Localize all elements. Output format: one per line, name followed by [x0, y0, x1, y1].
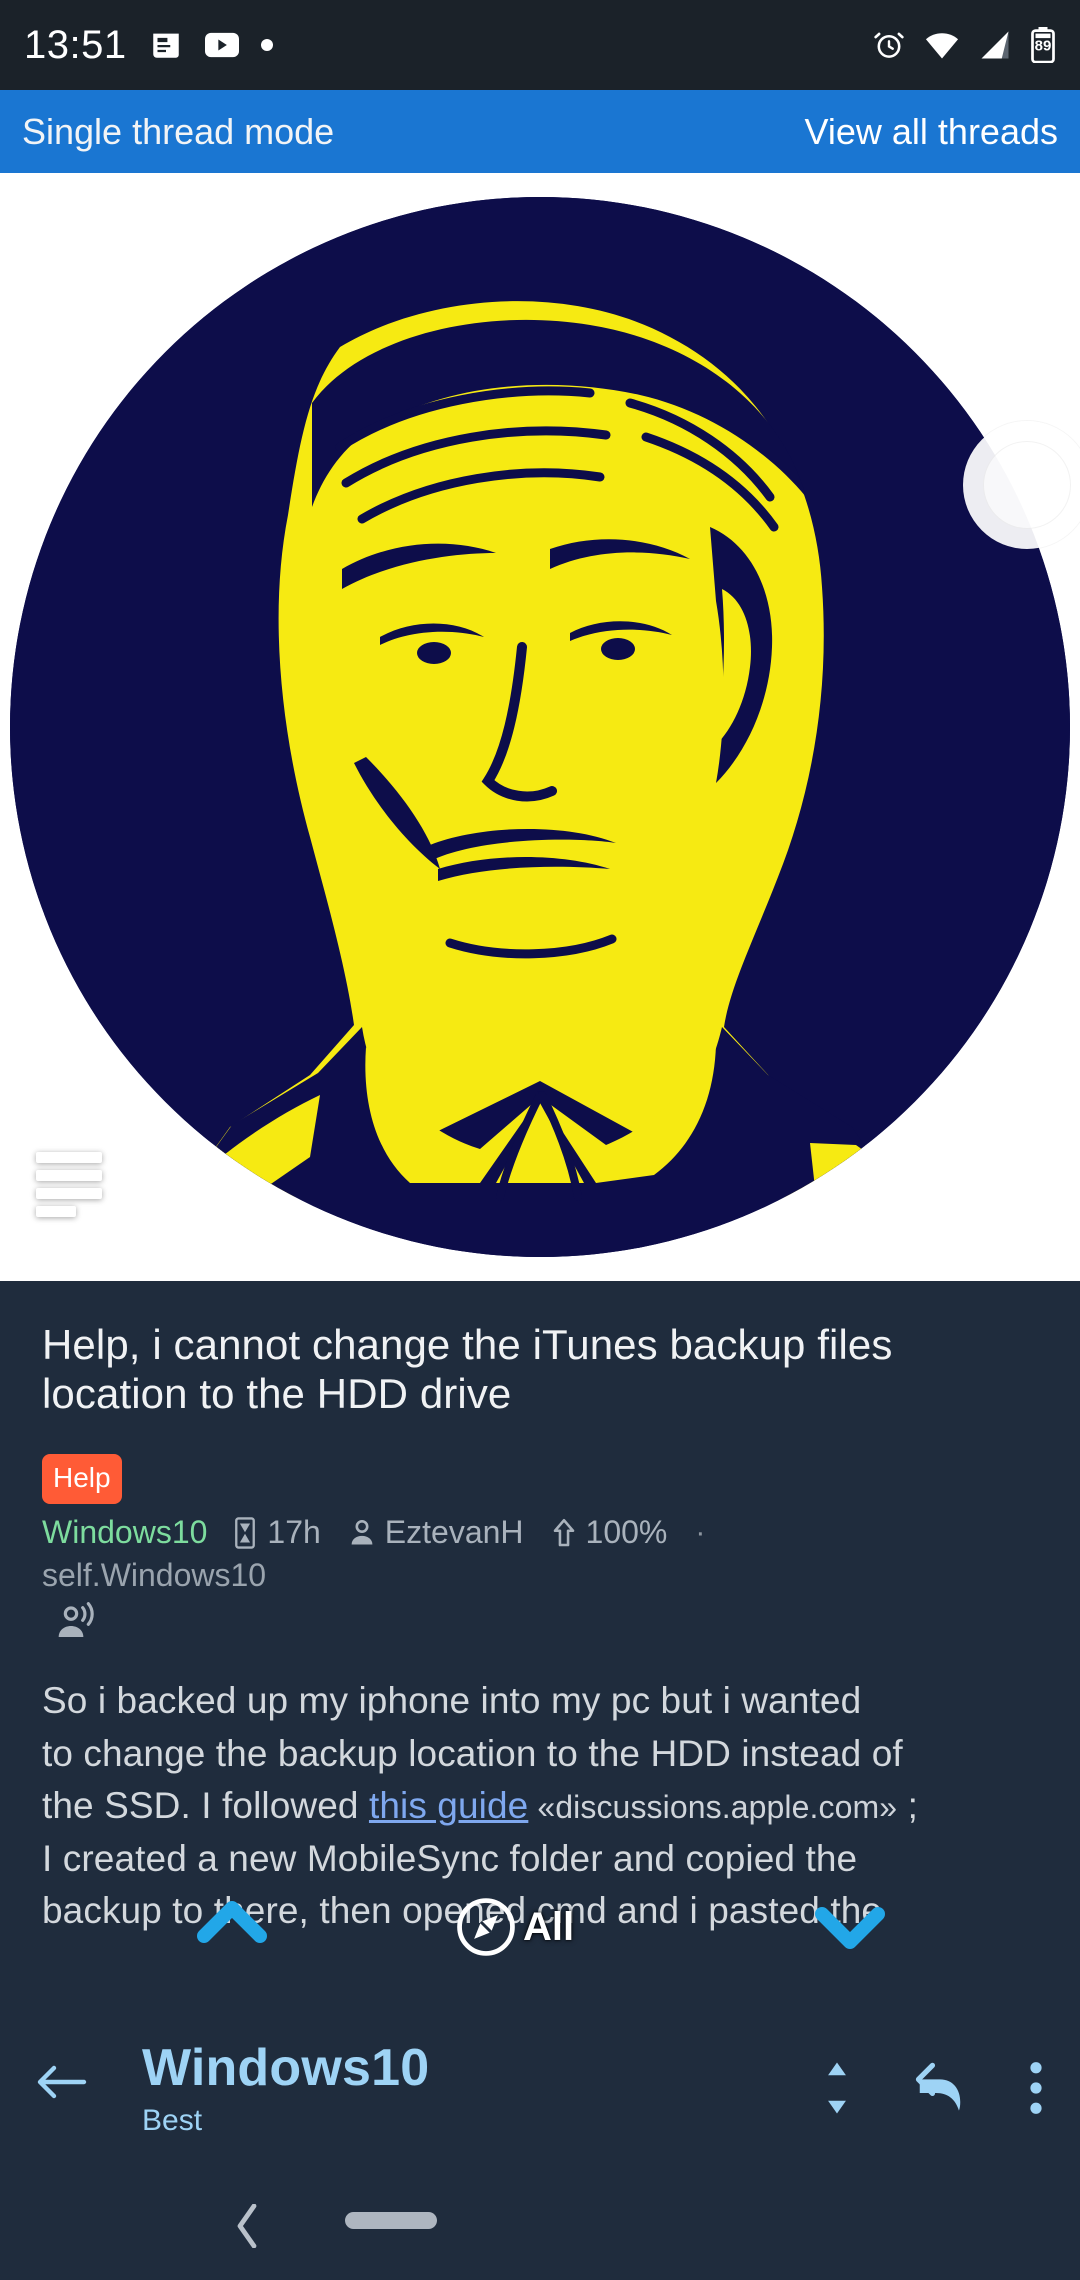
signal-icon — [978, 30, 1012, 60]
more-vertical-icon — [1030, 2062, 1042, 2114]
post-flair-badge[interactable]: Help — [42, 1454, 122, 1505]
news-icon — [149, 28, 183, 62]
single-thread-mode-label[interactable]: Single thread mode — [22, 111, 334, 153]
post-score-text: 100% — [585, 1514, 668, 1551]
sort-button[interactable] — [820, 2060, 854, 2121]
nav-back-chevron-icon[interactable] — [234, 2203, 260, 2253]
bottom-bar-titles[interactable]: Windows10 Best — [142, 2038, 429, 2138]
reply-button[interactable] — [912, 2060, 968, 2121]
youtube-icon — [204, 32, 239, 58]
status-bar: 13:51 89 — [0, 0, 1080, 90]
compass-all-label: All — [523, 1904, 575, 1949]
status-bar-right: 89 — [872, 27, 1056, 63]
bottom-bar-actions — [820, 2060, 1046, 2121]
post-self-source: self.Windows10 — [42, 1557, 267, 1594]
battery-level-text: 89 — [1034, 37, 1052, 55]
status-bar-left: 13:51 — [24, 23, 273, 68]
post-age-text: 17h — [267, 1514, 321, 1551]
post-age: 17h — [233, 1514, 321, 1551]
alarm-icon — [872, 28, 906, 62]
post-body-fragment: the SSD. I followed — [42, 1785, 369, 1827]
post-body-link[interactable]: this guide — [369, 1785, 528, 1826]
post-score: 100% — [552, 1514, 668, 1551]
sort-updown-icon — [828, 2062, 846, 2114]
post-title[interactable]: Help, i cannot change the iTunes backup … — [42, 1320, 1038, 1418]
dot-icon — [260, 39, 273, 51]
post-body-fragment: ; — [897, 1785, 918, 1827]
reply-arrow-icon — [915, 2062, 961, 2111]
article-text-line — [36, 1170, 102, 1181]
view-all-threads-button[interactable]: View all threads — [805, 111, 1058, 153]
image-action-circle-button[interactable] — [963, 421, 1080, 549]
article-text-icon[interactable] — [36, 1152, 106, 1217]
android-nav-bar — [0, 2168, 1080, 2280]
meta-separator-dot: · — [695, 1515, 706, 1549]
hourglass-icon — [235, 1517, 256, 1549]
arrow-left-icon — [37, 2065, 87, 2099]
bottom-bar-title[interactable]: Windows10 — [142, 2038, 429, 2098]
status-bar-clock: 13:51 — [24, 22, 127, 67]
post-author[interactable]: EztevanH — [349, 1514, 524, 1551]
chevron-down-icon[interactable] — [814, 1902, 886, 1955]
battery-icon: 89 — [1030, 27, 1056, 63]
compass-nav-button[interactable]: All — [455, 1896, 574, 1958]
back-button[interactable] — [34, 2058, 90, 2111]
nav-home-pill[interactable] — [345, 2212, 437, 2229]
post-body-line: I created a new MobileSync folder and co… — [42, 1837, 858, 1879]
post-content: Help, i cannot change the iTunes backup … — [0, 1281, 1080, 1938]
overflow-menu-button[interactable] — [1026, 2060, 1046, 2121]
turing-portrait-image[interactable] — [10, 197, 1070, 1257]
post-meta-row: Windows10 17h EztevanH 100% · — [42, 1514, 1038, 1551]
person-icon — [351, 1519, 373, 1545]
post-body-host: «discussions.apple.com» — [528, 1789, 897, 1825]
post-body-line: to change the backup location to the HDD… — [42, 1732, 903, 1774]
article-text-line — [36, 1152, 102, 1163]
thread-mode-banner: Single thread mode View all threads — [0, 90, 1080, 173]
announcement-speaker-icon[interactable] — [54, 1602, 1038, 1647]
post-author-text[interactable]: EztevanH — [385, 1514, 524, 1551]
article-text-line — [36, 1188, 102, 1199]
bottom-bar-subtitle[interactable]: Best — [142, 2104, 429, 2138]
post-flair-row: Help — [42, 1418, 1038, 1505]
wifi-icon — [924, 30, 960, 60]
screen-root: 13:51 89 Single thread mode View all thr… — [0, 0, 1080, 2280]
post-subreddit-link[interactable]: Windows10 — [42, 1514, 207, 1551]
compass-navigate-icon — [457, 1898, 515, 1956]
post-body-line: So i backed up my iphone into my pc but … — [42, 1680, 862, 1722]
post-hero-image[interactable] — [0, 173, 1080, 1281]
bottom-action-bar: Windows10 Best — [0, 2020, 1080, 2168]
post-body-host-text: «discussions.apple.com» — [537, 1789, 898, 1826]
upvote-arrow-icon — [553, 1518, 574, 1547]
chevron-up-icon[interactable] — [196, 1898, 268, 1951]
article-text-line — [36, 1206, 76, 1217]
post-body-line: the SSD. I followed this guide «discussi… — [42, 1780, 1038, 1833]
